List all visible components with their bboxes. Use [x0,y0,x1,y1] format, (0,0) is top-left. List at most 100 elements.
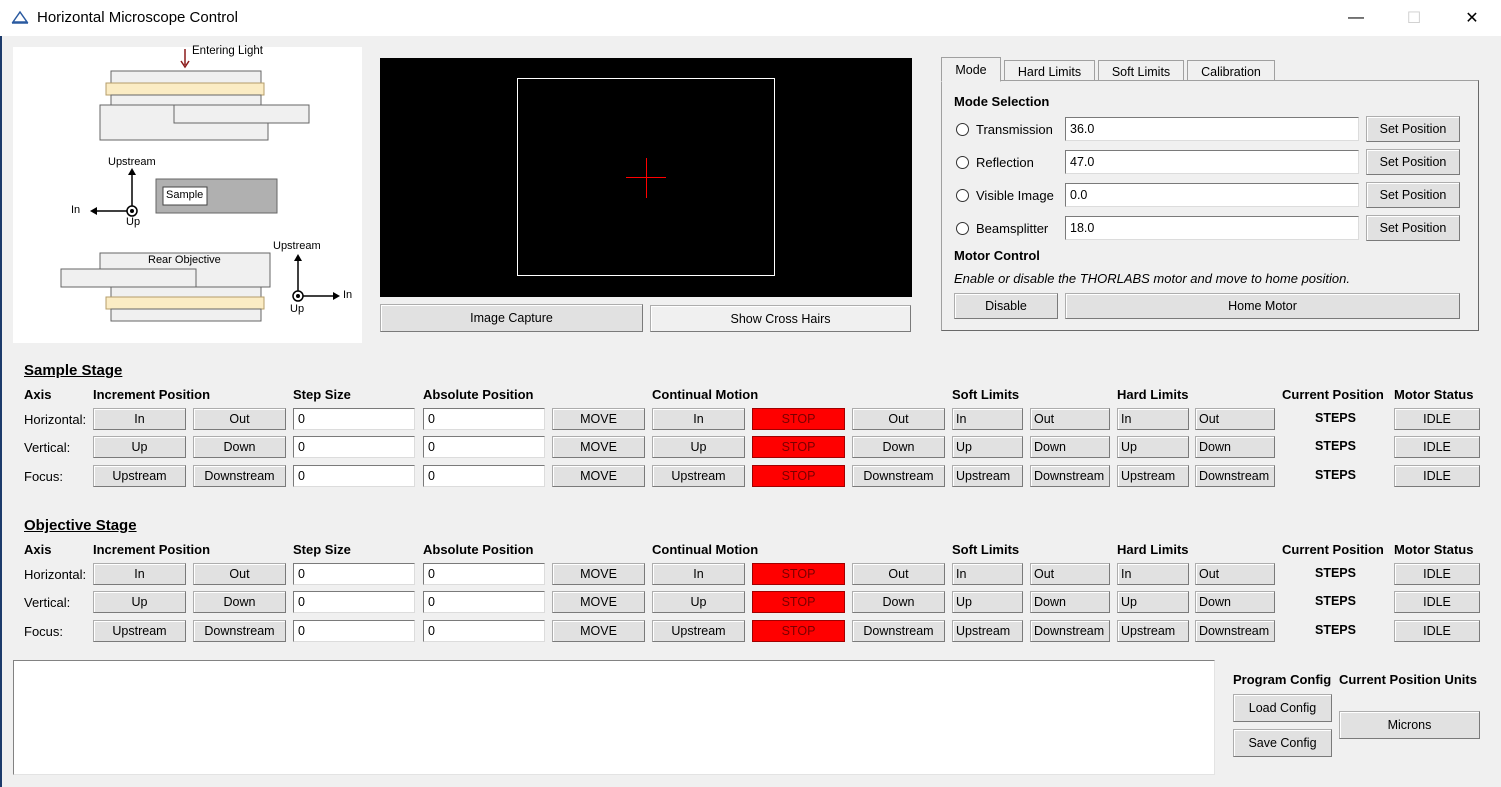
show-cross-hairs-button[interactable]: Show Cross Hairs [650,305,911,332]
sample-horizontal-hard-limit-neg[interactable]: In [1117,408,1189,430]
objective-focus-move-button[interactable]: MOVE [552,620,645,642]
objective-vertical-increment-neg-button[interactable]: Up [93,591,186,613]
objective-focus-absolute-position-field[interactable]: 0 [423,620,545,642]
sample-horizontal-hard-limit-pos[interactable]: Out [1195,408,1275,430]
sample-horizontal-continual-neg-button[interactable]: In [652,408,745,430]
beamsplitter-position-field[interactable]: 18.0 [1065,216,1359,240]
save-config-button[interactable]: Save Config [1233,729,1332,757]
objective-horizontal-move-button[interactable]: MOVE [552,563,645,585]
transmission-set-position-button[interactable]: Set Position [1366,116,1460,142]
transmission-position-field[interactable]: 36.0 [1065,117,1359,141]
sample-vertical-absolute-position-field[interactable]: 0 [423,436,545,458]
tab-calibration[interactable]: Calibration [1187,60,1275,82]
objective-focus-hard-limit-neg[interactable]: Upstream [1117,620,1189,642]
sample-focus-continual-neg-button[interactable]: Upstream [652,465,745,487]
objective-horizontal-absolute-position-field[interactable]: 0 [423,563,545,585]
sample-horizontal-continual-pos-button[interactable]: Out [852,408,945,430]
objective-focus-continual-neg-button[interactable]: Upstream [652,620,745,642]
objective-vertical-continual-pos-button[interactable]: Down [852,591,945,613]
visible-image-radio[interactable] [956,189,969,202]
sample-focus-stop-button[interactable]: STOP [752,465,845,487]
objective-focus-soft-limit-neg[interactable]: Upstream [952,620,1023,642]
camera-view[interactable] [380,58,912,297]
sample-focus-continual-pos-button[interactable]: Downstream [852,465,945,487]
objective-horizontal-increment-neg-button[interactable]: In [93,563,186,585]
objective-vertical-soft-limit-pos[interactable]: Down [1030,591,1110,613]
sample-vertical-soft-limit-neg[interactable]: Up [952,436,1023,458]
sample-focus-increment-neg-button[interactable]: Upstream [93,465,186,487]
reflection-radio[interactable] [956,156,969,169]
sample-focus-hard-limit-pos[interactable]: Downstream [1195,465,1275,487]
objective-horizontal-soft-limit-neg[interactable]: In [952,563,1023,585]
units-microns-button[interactable]: Microns [1339,711,1480,739]
tab-soft-limits[interactable]: Soft Limits [1098,60,1184,82]
sample-focus-step-size-field[interactable]: 0 [293,465,415,487]
sample-horizontal-increment-neg-button[interactable]: In [93,408,186,430]
objective-vertical-absolute-position-field[interactable]: 0 [423,591,545,613]
tab-hard-limits[interactable]: Hard Limits [1004,60,1095,82]
sample-horizontal-step-size-field[interactable]: 0 [293,408,415,430]
objective-focus-soft-limit-pos[interactable]: Downstream [1030,620,1110,642]
sample-focus-soft-limit-pos[interactable]: Downstream [1030,465,1110,487]
objective-horizontal-step-size-field[interactable]: 0 [293,563,415,585]
visible-image-set-position-button[interactable]: Set Position [1366,182,1460,208]
objective-vertical-hard-limit-pos[interactable]: Down [1195,591,1275,613]
image-capture-button[interactable]: Image Capture [380,304,643,332]
objective-focus-hard-limit-pos[interactable]: Downstream [1195,620,1275,642]
sample-vertical-hard-limit-pos[interactable]: Down [1195,436,1275,458]
objective-horizontal-hard-limit-pos[interactable]: Out [1195,563,1275,585]
visible-image-position-field[interactable]: 0.0 [1065,183,1359,207]
sample-horizontal-soft-limit-neg[interactable]: In [952,408,1023,430]
objective-horizontal-increment-pos-button[interactable]: Out [193,563,286,585]
objective-horizontal-stop-button[interactable]: STOP [752,563,845,585]
sample-vertical-move-button[interactable]: MOVE [552,436,645,458]
sample-vertical-continual-neg-button[interactable]: Up [652,436,745,458]
sample-vertical-hard-limit-neg[interactable]: Up [1117,436,1189,458]
objective-focus-increment-neg-button[interactable]: Upstream [93,620,186,642]
log-output-area[interactable] [13,660,1215,775]
objective-vertical-increment-pos-button[interactable]: Down [193,591,286,613]
reflection-set-position-button[interactable]: Set Position [1366,149,1460,175]
objective-horizontal-hard-limit-neg[interactable]: In [1117,563,1189,585]
close-button[interactable]: ✕ [1443,0,1501,36]
beamsplitter-radio[interactable] [956,222,969,235]
sample-horizontal-stop-button[interactable]: STOP [752,408,845,430]
sample-vertical-soft-limit-pos[interactable]: Down [1030,436,1110,458]
tab-mode[interactable]: Mode [941,57,1001,82]
sample-horizontal-soft-limit-pos[interactable]: Out [1030,408,1110,430]
load-config-button[interactable]: Load Config [1233,694,1332,722]
disable-motor-button[interactable]: Disable [954,293,1058,319]
objective-vertical-soft-limit-neg[interactable]: Up [952,591,1023,613]
home-motor-button[interactable]: Home Motor [1065,293,1460,319]
objective-focus-increment-pos-button[interactable]: Downstream [193,620,286,642]
transmission-radio[interactable] [956,123,969,136]
objective-vertical-stop-button[interactable]: STOP [752,591,845,613]
objective-horizontal-continual-neg-button[interactable]: In [652,563,745,585]
objective-focus-step-size-field[interactable]: 0 [293,620,415,642]
sample-focus-move-button[interactable]: MOVE [552,465,645,487]
objective-vertical-step-size-field[interactable]: 0 [293,591,415,613]
sample-horizontal-absolute-position-field[interactable]: 0 [423,408,545,430]
sample-vertical-continual-pos-button[interactable]: Down [852,436,945,458]
maximize-button[interactable]: ☐ [1385,0,1443,36]
sample-focus-hard-limit-neg[interactable]: Upstream [1117,465,1189,487]
objective-horizontal-continual-pos-button[interactable]: Out [852,563,945,585]
sample-vertical-increment-pos-button[interactable]: Down [193,436,286,458]
objective-vertical-hard-limit-neg[interactable]: Up [1117,591,1189,613]
objective-focus-continual-pos-button[interactable]: Downstream [852,620,945,642]
sample-focus-absolute-position-field[interactable]: 0 [423,465,545,487]
minimize-button[interactable]: — [1327,0,1385,36]
objective-focus-stop-button[interactable]: STOP [752,620,845,642]
sample-horizontal-increment-pos-button[interactable]: Out [193,408,286,430]
sample-vertical-increment-neg-button[interactable]: Up [93,436,186,458]
reflection-position-field[interactable]: 47.0 [1065,150,1359,174]
sample-vertical-stop-button[interactable]: STOP [752,436,845,458]
sample-horizontal-move-button[interactable]: MOVE [552,408,645,430]
objective-vertical-continual-neg-button[interactable]: Up [652,591,745,613]
sample-focus-increment-pos-button[interactable]: Downstream [193,465,286,487]
beamsplitter-set-position-button[interactable]: Set Position [1366,215,1460,241]
objective-horizontal-soft-limit-pos[interactable]: Out [1030,563,1110,585]
sample-vertical-step-size-field[interactable]: 0 [293,436,415,458]
sample-focus-soft-limit-neg[interactable]: Upstream [952,465,1023,487]
objective-vertical-move-button[interactable]: MOVE [552,591,645,613]
